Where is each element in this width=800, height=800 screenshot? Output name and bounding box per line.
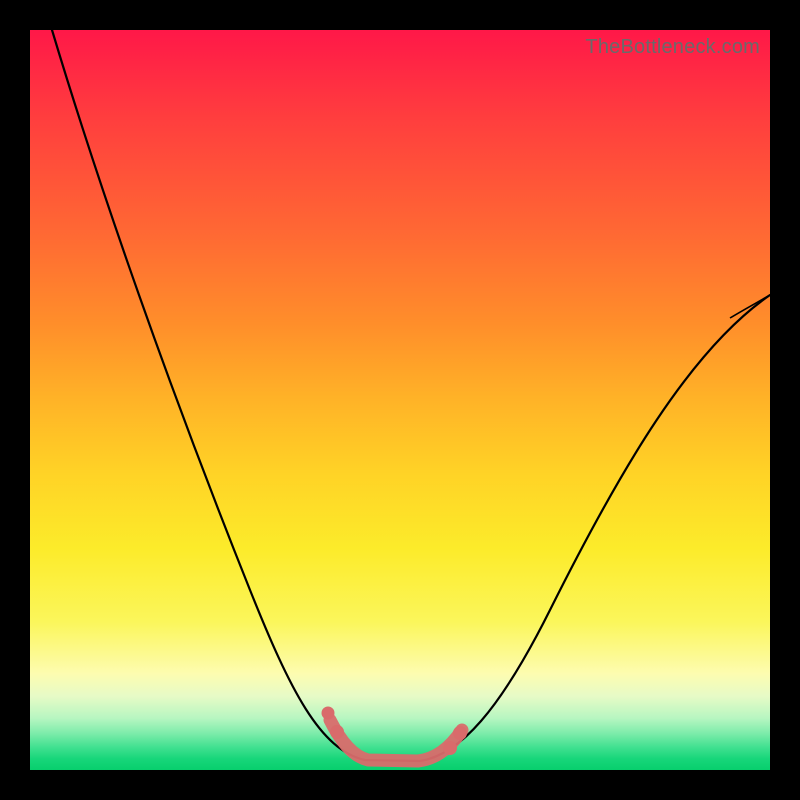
- plot-area: TheBottleneck.com: [30, 30, 770, 770]
- marker-dot: [322, 707, 335, 720]
- bottleneck-curve: [52, 30, 770, 761]
- marker-dot: [453, 726, 467, 740]
- curve-svg: [30, 30, 770, 770]
- marker-dot: [443, 741, 457, 755]
- bottleneck-curve-right-tail: [730, 295, 770, 318]
- chart-stage: TheBottleneck.com: [0, 0, 800, 800]
- marker-dot: [330, 725, 344, 739]
- optimal-range-band: [330, 720, 462, 761]
